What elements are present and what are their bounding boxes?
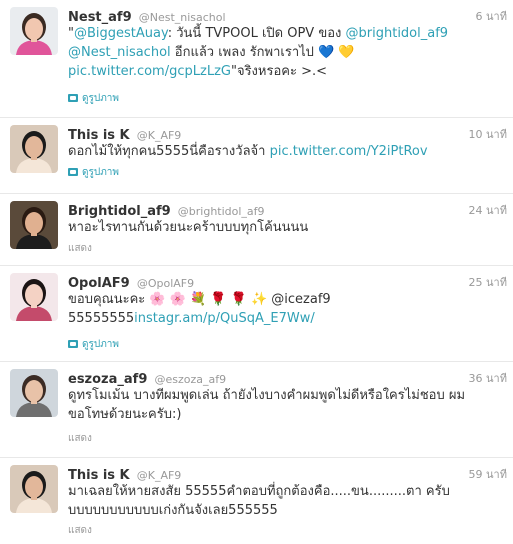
timestamp[interactable]: 36 นาที <box>469 369 507 387</box>
author-name[interactable]: This is K <box>68 128 130 143</box>
tweet-text-segment: "จริงหรอคะ >.< <box>230 64 327 79</box>
timestamp[interactable]: 24 นาที <box>469 201 507 219</box>
tweet-text-segment: มาเฉลยให้หายสงสัย 55555คำตอบที่ถูกต้องคื… <box>68 484 450 518</box>
tweet-header: OpolAF9 @OpolAF9 25 นาที <box>68 272 507 291</box>
tweet-item[interactable]: This is K @K_AF9 10 นาที ดอกไม้ให้ทุกคน5… <box>0 118 513 194</box>
author-name[interactable]: OpolAF9 <box>68 276 130 291</box>
tweet-text-segment: ดอกไม้ให้ทุกคน5555นี่คือรางวัลจ้า <box>68 144 270 159</box>
avatar[interactable] <box>10 369 58 417</box>
avatar-image <box>10 7 58 55</box>
tweet-text-segment: อีกแล้ว เพลง รักพาเราไป <box>170 45 319 60</box>
avatar[interactable] <box>10 465 58 513</box>
view-photo-link[interactable]: ดูรูปภาพ <box>68 92 119 106</box>
tweet-item[interactable]: This is K @K_AF9 59 นาที มาเฉลยให้หายสงส… <box>0 458 513 544</box>
avatar-image <box>10 465 58 513</box>
tweet-item[interactable]: OpolAF9 @OpolAF9 25 นาที ขอบคุณนะคะ 🌸 🌸 … <box>0 266 513 362</box>
tweet-link[interactable]: pic.twitter.com/gcpLzLzG <box>68 64 231 79</box>
expand-link[interactable]: แสดง <box>68 432 92 446</box>
avatar-image <box>10 201 58 249</box>
view-photo-link[interactable]: ดูรูปภาพ <box>68 166 119 180</box>
tweet-text: ดูทรโมเม้น บางทีผมพูดเล่น ถ้ายังไงบางคำผ… <box>68 386 499 424</box>
view-photo-label: ดูรูปภาพ <box>82 93 120 104</box>
author-handle[interactable]: @brightidol_af9 <box>178 205 265 218</box>
tweet-text: หาอะไรทานกันด้วยนะคร้าบบบทุกโค้นนนน <box>68 218 499 237</box>
photo-icon <box>68 94 78 102</box>
tweet-header: Nest_af9 @Nest_nisachol 6 นาที <box>68 6 507 25</box>
tweet-text: มาเฉลยให้หายสงสัย 55555คำตอบที่ถูกต้องคื… <box>68 482 499 520</box>
tweet-link[interactable]: instagr.am/p/QuSqA_E7Ww/ <box>134 311 315 326</box>
tweet-item[interactable]: Nest_af9 @Nest_nisachol 6 นาที "@Biggest… <box>0 0 513 118</box>
author-handle[interactable]: @K_AF9 <box>137 129 182 142</box>
author-name[interactable]: Nest_af9 <box>68 10 132 25</box>
expand-link[interactable]: แสดง <box>68 242 92 256</box>
tweet-link[interactable]: @BiggestAuay <box>74 26 168 41</box>
tweet-header: This is K @K_AF9 59 นาที <box>68 464 507 483</box>
tweet-link[interactable]: @Nest_nisachol <box>68 45 171 60</box>
tweet-text-segment: หาอะไรทานกันด้วยนะคร้าบบบทุกโค้นนนน <box>68 220 309 235</box>
avatar-image <box>10 125 58 173</box>
tweet-text: "@BiggestAuay: วันนี้ TVPOOL เปิด OPV ขอ… <box>68 24 499 81</box>
avatar[interactable] <box>10 201 58 249</box>
author-handle[interactable]: @K_AF9 <box>137 469 182 482</box>
author-name[interactable]: This is K <box>68 468 130 483</box>
timestamp[interactable]: 6 นาที <box>476 7 507 25</box>
tweet-text-segment: ดูทรโมเม้น บางทีผมพูดเล่น ถ้ายังไงบางคำผ… <box>68 388 466 422</box>
author-name[interactable]: eszoza_af9 <box>68 372 147 387</box>
tweet-link[interactable]: pic.twitter.com/Y2iPtRov <box>270 144 428 159</box>
expand-link[interactable]: แสดง <box>68 524 92 538</box>
view-photo-link[interactable]: ดูรูปภาพ <box>68 338 119 352</box>
tweet-timeline: Nest_af9 @Nest_nisachol 6 นาที "@Biggest… <box>0 0 513 544</box>
timestamp[interactable]: 10 นาที <box>469 125 507 143</box>
view-photo-label: ดูรูปภาพ <box>82 339 120 350</box>
timestamp[interactable]: 59 นาที <box>469 465 507 483</box>
avatar[interactable] <box>10 7 58 55</box>
author-handle[interactable]: @Nest_nisachol <box>139 11 226 24</box>
tweet-item[interactable]: eszoza_af9 @eszoza_af9 36 นาที ดูทรโมเม้… <box>0 362 513 458</box>
tweet-item[interactable]: Brightidol_af9 @brightidol_af9 24 นาที ห… <box>0 194 513 266</box>
view-photo-label: ดูรูปภาพ <box>82 167 120 178</box>
photo-icon <box>68 168 78 176</box>
tweet-text: ขอบคุณนะคะ 🌸 🌸 💐 🌹 🌹 ✨ @icezaf9 55555555… <box>68 290 499 328</box>
tweet-header: Brightidol_af9 @brightidol_af9 24 นาที <box>68 200 507 219</box>
tweet-text-segment: : วันนี้ TVPOOL เปิด OPV ของ <box>167 26 346 41</box>
tweet-header: This is K @K_AF9 10 นาที <box>68 124 507 143</box>
author-handle[interactable]: @OpolAF9 <box>137 277 194 290</box>
timestamp[interactable]: 25 นาที <box>469 273 507 291</box>
tweet-text-segment: 💙 💛 <box>318 45 355 60</box>
avatar[interactable] <box>10 125 58 173</box>
avatar-image <box>10 369 58 417</box>
tweet-link[interactable]: @brightidol_af9 <box>346 26 449 41</box>
avatar-image <box>10 273 58 321</box>
photo-icon <box>68 340 78 348</box>
tweet-text: ดอกไม้ให้ทุกคน5555นี่คือรางวัลจ้า pic.tw… <box>68 142 499 161</box>
avatar[interactable] <box>10 273 58 321</box>
author-handle[interactable]: @eszoza_af9 <box>154 373 226 386</box>
author-name[interactable]: Brightidol_af9 <box>68 204 171 219</box>
tweet-header: eszoza_af9 @eszoza_af9 36 นาที <box>68 368 507 387</box>
